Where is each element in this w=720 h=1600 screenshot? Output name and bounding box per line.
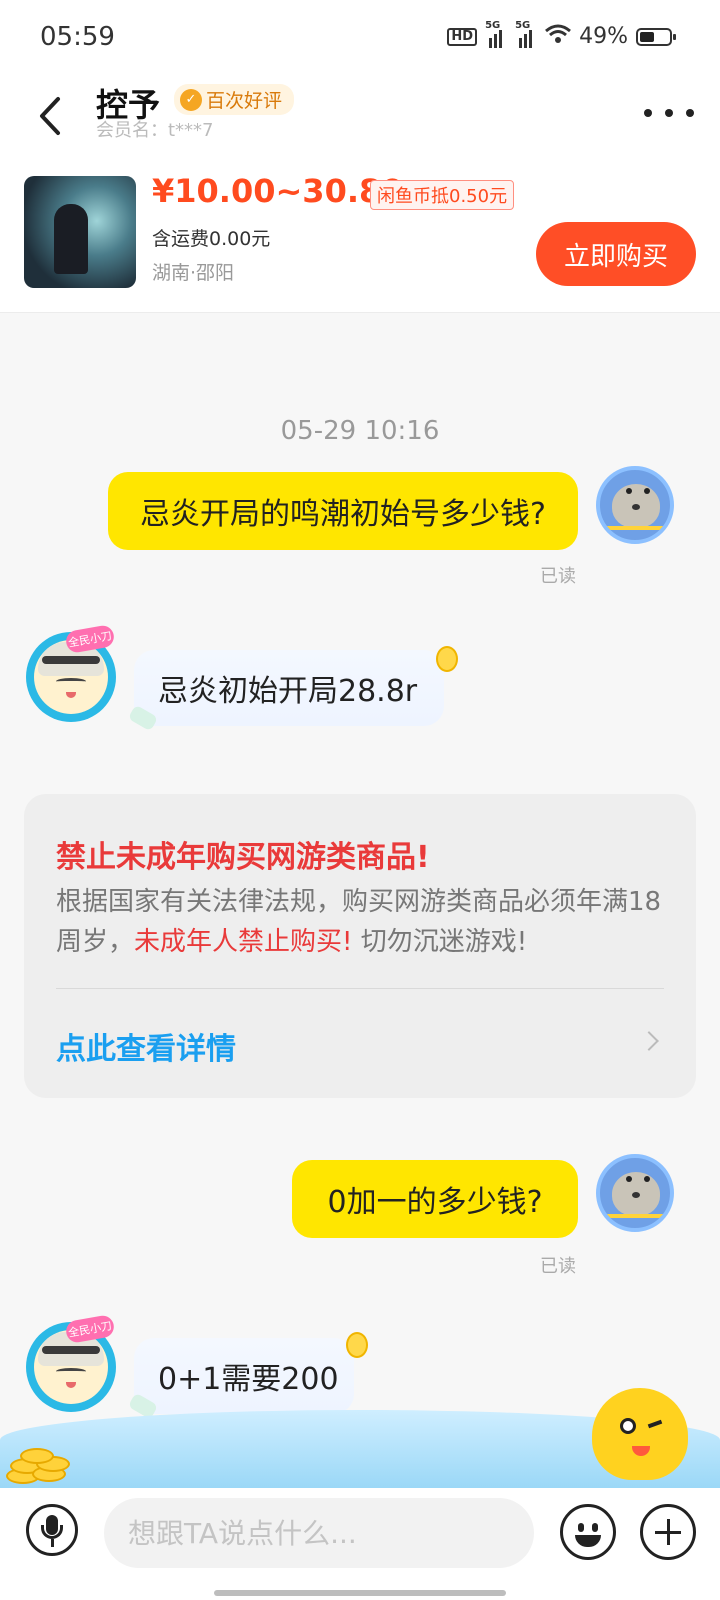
hd-icon: HD bbox=[447, 27, 478, 46]
mascot-decoration bbox=[592, 1388, 688, 1480]
voice-button[interactable] bbox=[26, 1504, 78, 1556]
chat-area[interactable]: 05-29 10:16 忌炎开局的鸣潮初始号多少钱? 已读 全民小刀 忌炎初始开… bbox=[0, 312, 720, 1488]
avatar-tag: 全民小刀 bbox=[64, 1313, 116, 1345]
shipping-info: 含运费0.00元 bbox=[152, 228, 271, 250]
chevron-right-icon[interactable] bbox=[639, 1031, 659, 1051]
buy-now-button[interactable]: 立即购买 bbox=[536, 222, 696, 286]
seller-location: 湖南·邵阳 bbox=[152, 262, 235, 284]
chat-header: 控予 ✓ 百次好评 会员名：t***7 bbox=[0, 80, 720, 146]
message-input[interactable] bbox=[104, 1498, 534, 1568]
coin-deduction-tag: 闲鱼币抵0.50元 bbox=[370, 180, 515, 210]
home-indicator[interactable] bbox=[214, 1590, 506, 1596]
product-thumbnail[interactable] bbox=[24, 176, 136, 288]
more-icon bbox=[644, 109, 652, 117]
signal-icon-2: 5G bbox=[515, 20, 537, 48]
status-bar: 05:59 HD 5G 5G 49% bbox=[0, 0, 720, 80]
divider bbox=[56, 988, 664, 989]
notice-body: 根据国家有关法律法规，购买网游类商品必须年满18周岁，未成年人禁止购买! 切勿沉… bbox=[56, 887, 662, 957]
my-avatar[interactable] bbox=[596, 466, 674, 544]
message-bubble-outgoing[interactable]: 忌炎开局的鸣潮初始号多少钱? bbox=[108, 472, 578, 550]
battery-icon bbox=[636, 27, 676, 46]
status-time: 05:59 bbox=[40, 22, 115, 52]
message-bubble-incoming[interactable]: 0+1需要200 bbox=[134, 1338, 354, 1414]
avatar-tag: 全民小刀 bbox=[64, 623, 116, 655]
input-bar bbox=[0, 1488, 720, 1600]
emoji-button[interactable] bbox=[560, 1504, 616, 1560]
my-avatar[interactable] bbox=[596, 1154, 674, 1232]
minor-warning-card: 禁止未成年购买网游类商品! 根据国家有关法律法规，购买网游类商品必须年满18周岁… bbox=[24, 794, 696, 1098]
coin-pile-decoration bbox=[0, 1418, 80, 1488]
notice-title: 禁止未成年购买网游类商品! bbox=[56, 840, 430, 875]
product-price: ¥10.00~30.80 bbox=[152, 172, 404, 210]
wifi-icon bbox=[545, 24, 572, 49]
read-receipt: 已读 bbox=[540, 566, 576, 587]
message-bubble-outgoing[interactable]: 0加一的多少钱? bbox=[292, 1160, 578, 1238]
member-name: 会员名：t***7 bbox=[96, 120, 214, 141]
emoji-icon bbox=[578, 1523, 584, 1532]
signal-icon: 5G bbox=[485, 20, 507, 48]
view-details-link[interactable]: 点此查看详情 bbox=[56, 1024, 236, 1068]
product-card[interactable]: ¥10.00~30.80 闲鱼币抵0.50元 含运费0.00元 湖南·邵阳 立即… bbox=[0, 146, 720, 313]
battery-percent: 49% bbox=[579, 24, 628, 49]
back-button[interactable] bbox=[30, 92, 70, 140]
badge-label: 百次好评 bbox=[206, 90, 283, 112]
status-icons: HD 5G 5G 49% bbox=[447, 20, 676, 49]
back-icon bbox=[40, 97, 60, 135]
coin-decoration bbox=[436, 646, 458, 672]
message-timestamp: 05-29 10:16 bbox=[280, 416, 440, 446]
coin-decoration bbox=[346, 1332, 368, 1358]
more-button[interactable] bbox=[644, 98, 694, 128]
message-bubble-incoming[interactable]: 忌炎初始开局28.8r bbox=[134, 650, 444, 726]
read-receipt: 已读 bbox=[540, 1256, 576, 1277]
thumbs-up-icon: ✓ bbox=[180, 88, 202, 111]
plus-button[interactable] bbox=[640, 1504, 696, 1560]
reputation-badge: ✓ 百次好评 bbox=[174, 84, 295, 115]
notice-highlight: 未成年人禁止购买! bbox=[134, 927, 353, 957]
